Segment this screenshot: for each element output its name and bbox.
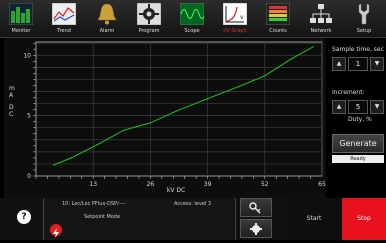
iv-plot-area: 13 26 39 52 65 10 5 0 mADC kV DC [4,38,326,198]
toolbar-item-counts[interactable]: Counts [258,1,298,37]
sample-time-label: Sample time, sec [332,46,384,53]
monitor-icon [9,3,33,25]
key-icon [249,202,261,214]
increment-up-button[interactable]: ▲ [332,100,346,114]
device-info: 10: Loc/Loc PFlux-DSP/---- Access: level… [43,198,236,240]
plot-frame [35,41,323,177]
lightning-icon [53,228,59,238]
toolbar-label: Trend [57,28,71,34]
iv-graph-icon: v [223,3,247,25]
toolbar-item-scope[interactable]: Scope [172,1,212,37]
counts-icon [266,3,290,25]
toolbar-item-alarm[interactable]: Alarm [87,1,127,37]
y-tick-label: 10 [23,52,31,59]
x-tick-label: 52 [261,181,269,188]
settings-button[interactable] [240,219,272,238]
access-level: Access: level 3 [174,201,212,207]
toolbar-label: Network [310,28,332,34]
data-point [176,110,178,112]
iv-curve [53,46,314,166]
x-tick-label: 39 [204,181,212,188]
stop-button[interactable]: Stop [342,198,386,240]
network-icon [310,4,332,23]
increment-label: Increment: [332,89,365,96]
data-point [149,122,151,124]
tick-marks [33,42,311,179]
toolbar-item-setup[interactable]: Setup [344,1,384,37]
data-point [312,46,314,48]
svg-text:v: v [240,14,244,21]
scope-icon [180,3,204,25]
help-button[interactable]: ? [17,210,31,224]
data-point [207,98,209,100]
y-tick-label: 5 [27,113,31,120]
key-button[interactable] [240,198,272,217]
gear-icon [250,223,262,235]
data-point [290,58,292,60]
toolbar-label: Counts [269,28,287,34]
start-button[interactable]: Start [288,198,340,240]
x-tick-label: 13 [89,181,97,188]
trend-icon [52,3,76,25]
x-tick-label: 65 [318,181,326,188]
sample-time-down-button[interactable]: ▼ [370,57,384,71]
x-tick-label: 26 [147,181,155,188]
x-axis-label: kV DC [167,187,185,194]
increment-down-button[interactable]: ▼ [370,100,384,114]
toolbar-item-program[interactable]: Program [129,1,169,37]
iv-chart: 13 26 39 52 65 10 5 0 mADC kV DC [9,41,326,194]
toolbar-item-iv-graph[interactable]: v I/V Graph [215,1,255,37]
increment-value[interactable]: 5 [348,100,368,114]
sample-time-value[interactable]: 1 [348,57,368,71]
toolbar-label: I/V Graph [223,28,247,34]
operation-mode: Setpoint Mode [84,214,121,220]
toolbar-item-trend[interactable]: Trend [44,1,84,37]
program-icon [137,3,161,25]
toolbar-item-network[interactable]: Network [301,1,341,37]
y-axis-label: mADC [9,85,15,118]
toolbar-label: Program [138,28,160,34]
toolbar-label: Alarm [99,28,115,34]
data-point [70,157,72,159]
data-point [264,75,266,77]
generate-status: Ready [332,155,384,163]
data-point [53,164,55,166]
grid [35,41,323,177]
main-toolbar: Monitor Trend Alarm Program Scope v I/V … [0,0,386,38]
bell-icon [97,3,117,25]
tick-labels: 13 26 39 52 65 10 5 0 [23,52,326,188]
increment-stepper: ▲ 5 ▼ [332,100,384,114]
sample-time-stepper: ▲ 1 ▼ [332,57,384,71]
series [53,46,314,166]
toolbar-label: Monitor [11,28,31,34]
alert-icon[interactable] [50,224,62,238]
y-tick-label: 0 [27,173,31,180]
increment-unit: Duty, % [348,116,372,123]
wrench-icon [358,3,370,25]
generate-button[interactable]: Generate [332,134,384,153]
device-name: 10: Loc/Loc PFlux-DSP/---- [62,201,127,207]
data-point [97,144,99,146]
sample-time-up-button[interactable]: ▲ [332,57,346,71]
data-point [123,129,125,131]
toolbar-label: Setup [356,28,372,34]
toolbar-label: Scope [184,28,200,34]
data-point [237,86,239,88]
toolbar-item-monitor[interactable]: Monitor [1,1,41,37]
right-panel: Sample time, sec ▲ 1 ▼ Increment: ▲ 5 ▼ … [330,38,386,198]
